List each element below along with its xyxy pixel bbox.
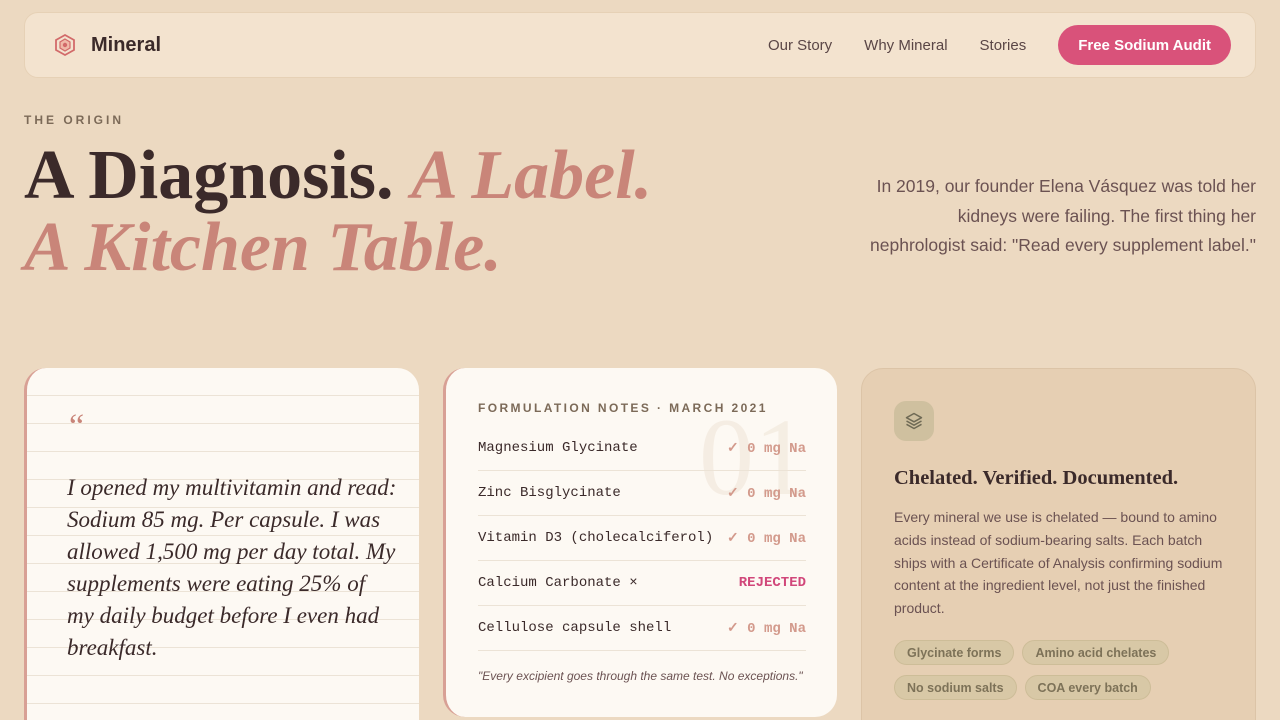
- quote-mark: “: [69, 408, 85, 445]
- chelated-feature-card: Chelated. Verified. Documented. Every mi…: [861, 368, 1256, 720]
- notes-title: FORMULATION NOTES · MARCH 2021: [478, 401, 768, 415]
- tag-glycinate-forms: Glycinate forms: [894, 640, 1015, 665]
- ingredient-list: Magnesium Glycinate ✓ 0 mg Na Zinc Bisgl…: [478, 426, 806, 651]
- tag-amino-acid-chelates: Amino acid chelates: [1022, 640, 1170, 665]
- ingredient-name: Cellulose capsule shell: [478, 620, 672, 636]
- tag-no-sodium-salts: No sodium salts: [894, 675, 1017, 700]
- ingredient-status: ✓ 0 mg Na: [727, 620, 806, 637]
- ingredient-name: Magnesium Glycinate: [478, 440, 638, 456]
- section-eyebrow: THE ORIGIN: [24, 113, 125, 127]
- ingredient-status: ✓ 0 mg Na: [727, 530, 806, 547]
- quote-card: “ I opened my multivitamin and read: Sod…: [24, 368, 419, 720]
- ingredient-name: Vitamin D3 (cholecalciferol): [478, 530, 714, 546]
- notes-footer-quote: "Every excipient goes through the same t…: [478, 669, 803, 683]
- list-item: Zinc Bisglycinate ✓ 0 mg Na: [478, 471, 806, 516]
- ingredient-status: ✓ 0 mg Na: [727, 485, 806, 502]
- formulation-notes-card: 01 FORMULATION NOTES · MARCH 2021 Magnes…: [443, 368, 837, 717]
- nav-link-our-story[interactable]: Our Story: [768, 37, 832, 54]
- rejected-status: REJECTED: [738, 575, 806, 591]
- ingredient-name: Calcium Carbonate ×: [478, 575, 638, 591]
- quote-text: I opened my multivitamin and read: Sodiu…: [67, 475, 397, 660]
- feature-tags: Glycinate forms Amino acid chelates No s…: [894, 640, 1234, 700]
- feature-description: Every mineral we use is chelated — bound…: [894, 509, 1223, 617]
- brand[interactable]: Mineral: [53, 33, 161, 57]
- headline-soft-2: A Kitchen Table.: [24, 209, 502, 286]
- mineral-logo-icon: [55, 33, 75, 57]
- nav-link-stories[interactable]: Stories: [980, 37, 1027, 54]
- list-item: Vitamin D3 (cholecalciferol) ✓ 0 mg Na: [478, 516, 806, 561]
- tag-coa-every-batch: COA every batch: [1024, 675, 1151, 700]
- brand-name: Mineral: [91, 33, 162, 56]
- headline-soft-1: A Label.: [411, 137, 653, 214]
- hero-side-text: In 2019, our founder Elena Vásquez was t…: [870, 176, 1256, 255]
- list-item: Cellulose capsule shell ✓ 0 mg Na: [478, 606, 806, 651]
- nav-links: Our Story Why Mineral Stories Free Sodiu…: [736, 25, 1231, 65]
- layers-icon: [894, 401, 934, 441]
- ingredient-status: ✓ 0 mg Na: [727, 440, 806, 457]
- list-item: Calcium Carbonate × REJECTED: [478, 561, 806, 606]
- feature-title: Chelated. Verified. Documented.: [894, 467, 1179, 489]
- list-item: Magnesium Glycinate ✓ 0 mg Na: [478, 426, 806, 471]
- free-sodium-audit-button[interactable]: Free Sodium Audit: [1058, 25, 1231, 65]
- top-nav: Mineral Our Story Why Mineral Stories Fr…: [24, 12, 1256, 78]
- hero-headline: A Diagnosis. A Label. A Kitchen Table.: [24, 140, 844, 284]
- ingredient-name: Zinc Bisglycinate: [478, 485, 621, 501]
- nav-link-why-mineral[interactable]: Why Mineral: [864, 37, 947, 54]
- headline-strong: A Diagnosis.: [24, 137, 394, 214]
